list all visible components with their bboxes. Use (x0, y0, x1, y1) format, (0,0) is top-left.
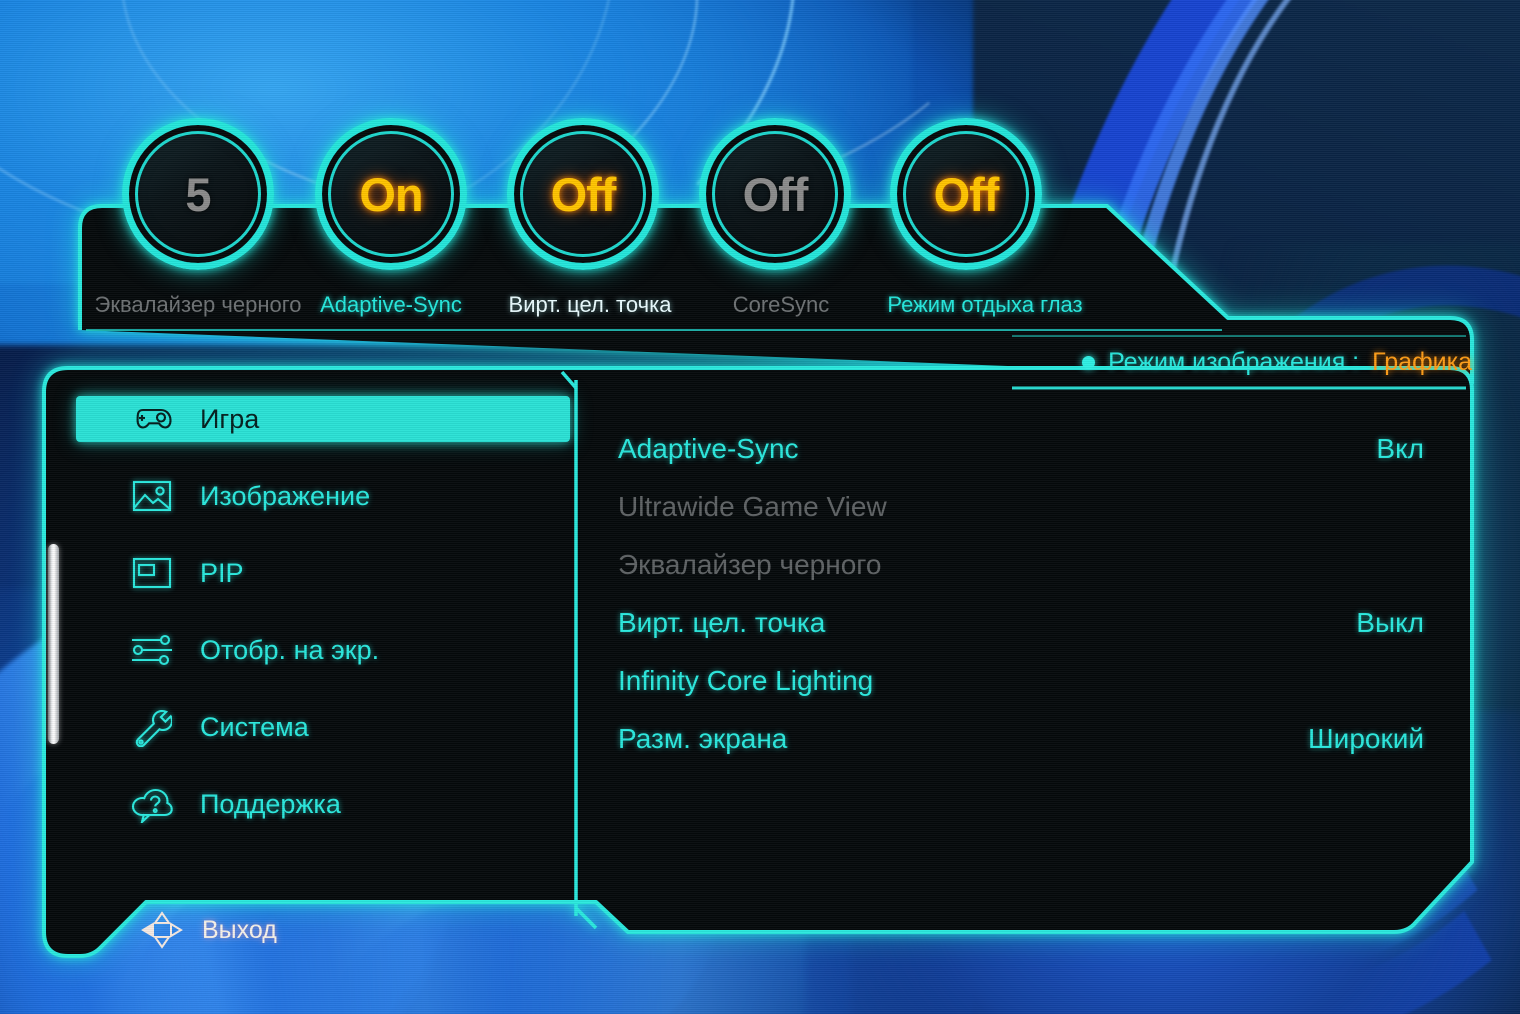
status-badge[interactable]: Off (890, 118, 1042, 270)
status-badge-value: Off (742, 167, 809, 221)
quick-status-labels: Эквалайзер черного Adaptive-Sync Вирт. цел… (0, 292, 1520, 326)
settings-row[interactable]: Infinity Core Lighting (618, 652, 1424, 710)
exit-label: Выход (202, 915, 277, 944)
exit-bar[interactable]: Выход (140, 906, 277, 954)
settings-row: Эквалайзер черного (618, 536, 1424, 594)
gamepad-icon (126, 399, 178, 439)
picture-mode-label: Режим изображения : (1108, 347, 1360, 376)
status-badge-label: Вирт. цел. точка (508, 292, 672, 317)
sidebar-item-6[interactable]: Поддержка (78, 781, 570, 827)
osd-sidebar: Игра Изображение PIP Отобр. на экр. Система П… (76, 396, 570, 896)
status-badge-value: On (359, 167, 423, 221)
status-badge-value: 5 (185, 167, 211, 221)
sidebar-item-label: Отобр. на экр. (200, 634, 380, 665)
sidebar-item-label: PIP (200, 557, 244, 588)
status-badge[interactable]: Off (507, 118, 659, 270)
sliders-icon (126, 630, 178, 670)
quick-status-badges: 5 On Off Off Off (0, 0, 1520, 300)
sidebar-item-2[interactable]: Изображение (78, 473, 570, 519)
status-badge-value: Off (550, 167, 617, 221)
wrench-icon (126, 707, 178, 747)
settings-row-value: Широкий (1308, 723, 1424, 754)
osd-settings-list: Adaptive-Sync Вкл Ultrawide Game View Эквал… (618, 420, 1424, 768)
sidebar-item-label: Изображение (200, 480, 371, 511)
settings-row: Ultrawide Game View (618, 478, 1424, 536)
status-badge-label: Эквалайзер черного (94, 292, 302, 317)
sidebar-item-5[interactable]: Система (78, 704, 570, 750)
picture-mode-value: Графика (1372, 347, 1472, 376)
help-cloud-icon (126, 784, 178, 824)
joystick-4way-icon (141, 911, 183, 949)
picture-mode-indicator: Режим изображения : Графика (1082, 342, 1472, 382)
status-badge-label: CoreSync (732, 292, 830, 317)
sidebar-item-3[interactable]: PIP (78, 550, 570, 596)
image-icon (126, 476, 178, 516)
settings-row-label: Ultrawide Game View (618, 491, 887, 522)
status-badge-label: Режим отдыха глаз (887, 292, 1083, 317)
settings-row-label: Эквалайзер черного (618, 549, 882, 580)
sidebar-item-label: Система (200, 711, 309, 742)
dot-icon (1082, 355, 1096, 369)
sidebar-item-1[interactable]: Игра (76, 396, 570, 442)
status-badge-value: Off (933, 167, 1000, 221)
settings-row-label: Adaptive-Sync (618, 433, 799, 464)
settings-row-value: Вкл (1376, 433, 1424, 464)
settings-row-label: Вирт. цел. точка (618, 607, 826, 638)
settings-row-label: Infinity Core Lighting (618, 665, 874, 696)
monitor-osd-menu: 5 On Off Off Off Эквалайзер черного Adaptive-… (0, 0, 1520, 1014)
sidebar-item-4[interactable]: Отобр. на экр. (78, 627, 570, 673)
osd-scrollbar-thumb[interactable] (48, 544, 59, 744)
settings-row[interactable]: Разм. экрана Широкий (618, 710, 1424, 768)
pip-icon (126, 553, 178, 593)
settings-row[interactable]: Adaptive-Sync Вкл (618, 420, 1424, 478)
settings-row[interactable]: Вирт. цел. точка Выкл (618, 594, 1424, 652)
status-badge[interactable]: 5 (122, 118, 274, 270)
sidebar-item-label: Игра (200, 403, 260, 434)
sidebar-item-label: Поддержка (200, 788, 341, 819)
status-badge[interactable]: Off (699, 118, 851, 270)
status-badge-label: Adaptive-Sync (320, 292, 462, 317)
status-badge[interactable]: On (315, 118, 467, 270)
settings-row-label: Разм. экрана (618, 723, 788, 754)
settings-row-value: Выкл (1356, 607, 1424, 638)
